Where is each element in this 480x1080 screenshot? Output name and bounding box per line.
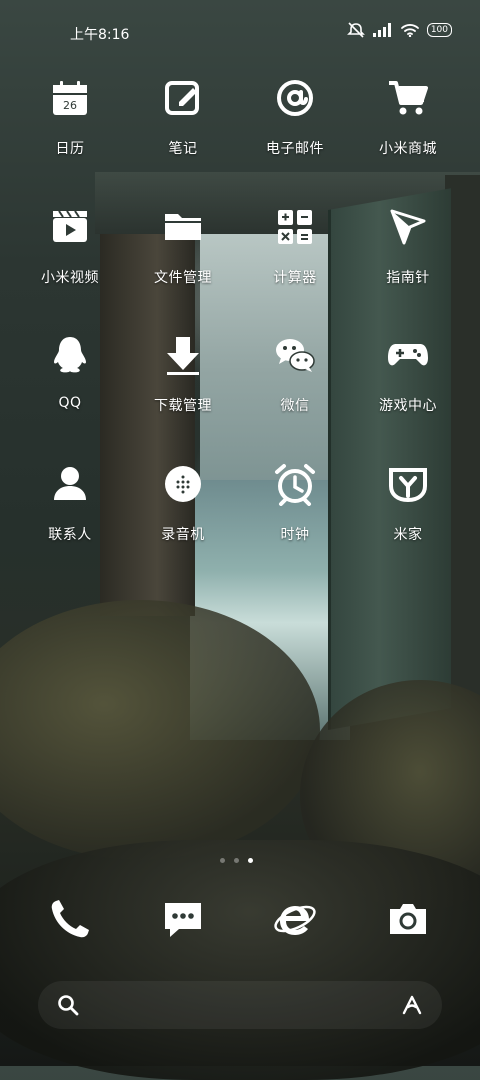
app-mi-store[interactable]: 小米商城 [352,76,464,158]
app-label: 电子邮件 [266,141,324,157]
app-qq[interactable]: QQ [14,333,126,411]
page-indicator [220,858,253,863]
app-calendar[interactable]: 26 日历 [14,76,126,158]
mi-home-icon [389,468,427,503]
app-email[interactable]: 电子邮件 [239,76,351,158]
app-label: 录音机 [161,527,205,543]
compass-icon [390,209,426,245]
page-dot[interactable] [220,858,225,863]
clock-time: 上午8:16 [70,27,130,43]
app-label: 米家 [393,527,423,543]
app-calculator[interactable]: 计算器 [239,205,351,287]
app-label: 小米商城 [379,141,437,157]
camera-icon[interactable] [386,897,430,941]
search-icon[interactable] [56,993,80,1017]
battery-icon: 100 [426,23,452,37]
gamepad-icon [388,344,428,366]
page-dot[interactable] [234,858,239,863]
alarm-clock-icon [275,464,315,506]
app-label: QQ [58,395,82,411]
assistant-icon[interactable] [400,993,424,1017]
contact-person-icon [54,467,86,500]
app-contacts[interactable]: 联系人 [14,462,126,544]
calendar-icon: 26 [53,81,87,115]
video-clapper-icon [53,210,87,242]
app-clock[interactable]: 时钟 [239,462,351,544]
folder-icon [165,214,201,240]
app-label: 联系人 [48,527,92,543]
app-label: 日历 [55,141,85,157]
app-notes[interactable]: 笔记 [127,76,239,158]
wifi-icon [400,24,419,37]
app-label: 游戏中心 [379,398,437,414]
search-bar[interactable] [38,981,442,1029]
messages-icon[interactable] [161,897,205,941]
calculator-icon [278,210,312,244]
app-file-manager[interactable]: 文件管理 [127,205,239,287]
app-label: 笔记 [168,141,198,157]
app-wechat[interactable]: 微信 [239,333,351,415]
app-label: 时钟 [280,527,310,543]
wechat-icon [276,339,315,372]
browser-icon[interactable] [273,897,317,941]
qq-penguin-icon [54,337,86,373]
app-label: 计算器 [273,270,317,286]
notes-icon [165,81,199,115]
signal-icon [372,23,391,37]
shopping-cart-icon [389,81,428,115]
app-compass[interactable]: 指南针 [352,205,464,287]
app-downloads[interactable]: 下载管理 [127,333,239,415]
app-recorder[interactable]: 录音机 [127,462,239,544]
page-dot-active[interactable] [248,858,253,863]
calendar-day: 26 [63,99,77,112]
app-label: 文件管理 [154,270,212,286]
download-arrow-icon [167,337,199,375]
phone-icon[interactable] [48,897,92,941]
alarm-muted-icon [346,22,365,38]
app-label: 下载管理 [154,398,212,414]
app-label: 微信 [280,398,310,414]
app-game-center[interactable]: 游戏中心 [352,333,464,415]
email-at-icon [277,80,313,116]
app-label: 小米视频 [41,270,99,286]
status-bar: 上午8:16 100 [0,0,480,64]
app-label: 指南针 [386,270,430,286]
app-mi-video[interactable]: 小米视频 [14,205,126,287]
recorder-icon [165,466,201,502]
app-mi-home[interactable]: 米家 [352,462,464,544]
